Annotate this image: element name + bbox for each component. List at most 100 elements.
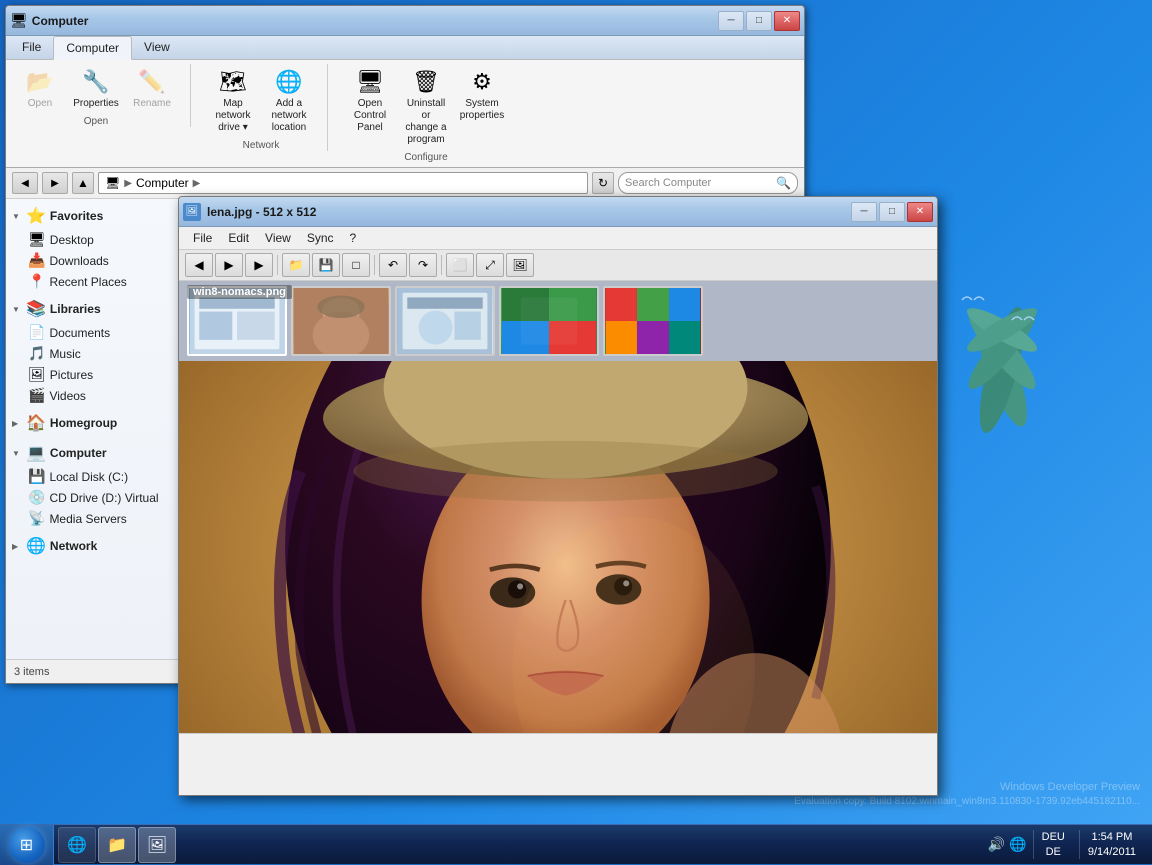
watermark-line2: Evaluation copy. Build 8102.winmain_win8… — [794, 795, 1140, 809]
start-button[interactable] — [0, 825, 54, 865]
sidebar-item-recent[interactable]: 📍 Recent Places — [6, 271, 180, 292]
start-orb — [9, 827, 45, 863]
ribbon-system-props-button[interactable]: ⚙ Systemproperties — [456, 64, 508, 148]
music-label: Music — [49, 347, 80, 361]
systray-clock[interactable]: 1:54 PM 9/14/2011 — [1079, 830, 1144, 859]
libraries-icon: 📚 — [26, 299, 46, 319]
sidebar: ▼ ⭐ Favorites 🖥 Desktop 📥 Downloads 📍 Re… — [6, 199, 181, 659]
sidebar-favorites-header[interactable]: ▼ ⭐ Favorites — [6, 203, 180, 229]
address-arrow-2: ▶ — [193, 178, 201, 189]
taskbar-imageviewer-button[interactable]: 🖼 — [138, 827, 176, 863]
up-button[interactable]: ▲ — [72, 172, 94, 194]
sidebar-network-header[interactable]: ▶ 🌐 Network — [6, 533, 180, 559]
open-icon: 📂 — [24, 66, 56, 98]
music-icon: 🎵 — [28, 345, 45, 362]
sidebar-item-downloads[interactable]: 📥 Downloads — [6, 250, 180, 271]
sidebar-item-cd-drive[interactable]: 💿 CD Drive (D:) Virtual — [6, 487, 180, 508]
ribbon-control-panel-button[interactable]: 🖥 Open ControlPanel — [344, 64, 396, 148]
sidebar-item-desktop[interactable]: 🖥 Desktop — [6, 229, 180, 250]
favorites-icon: ⭐ — [26, 206, 46, 226]
explorer-close-button[interactable]: ✕ — [774, 11, 800, 31]
address-icon: 🖥 — [105, 176, 120, 190]
iv-menu-sync[interactable]: Sync — [299, 229, 342, 247]
iv-pause-button[interactable]: ▶ — [215, 253, 243, 277]
sidebar-item-documents[interactable]: 📄 Documents — [6, 322, 180, 343]
forward-button[interactable]: ▶ — [42, 172, 68, 194]
sidebar-item-media-servers[interactable]: 📡 Media Servers — [6, 508, 180, 529]
imageviewer-toolbar: ◀ ▶ ▶ 📁 💾 □ ↶ ↷ ⬜ ⤢ 🖼 — [179, 250, 937, 281]
iv-next-button[interactable]: ▶ — [245, 253, 273, 277]
sidebar-libraries-header[interactable]: ▼ 📚 Libraries — [6, 296, 180, 322]
imageviewer-window-icon: 🖼 — [183, 203, 201, 221]
ribbon-group-configure: 🖥 Open ControlPanel 🗑 Uninstall orchange… — [344, 64, 520, 163]
imageviewer-minimize-button[interactable]: ─ — [851, 202, 877, 222]
ribbon-tab-file[interactable]: File — [10, 36, 53, 59]
ribbon-tab-computer[interactable]: Computer — [53, 36, 132, 60]
taskbar: 🌐 📁 🖼 🔊 🌐 DEU DE 1:54 PM 9/14/2011 — [0, 824, 1152, 864]
imageviewer-taskbar-icon: 🖼 — [147, 835, 167, 855]
taskbar-explorer-button[interactable]: 📁 — [98, 827, 136, 863]
sidebar-item-music[interactable]: 🎵 Music — [6, 343, 180, 364]
iv-menu-view[interactable]: View — [257, 229, 299, 247]
ribbon-uninstall-button[interactable]: 🗑 Uninstall orchange a program — [400, 64, 452, 148]
systray: 🔊 🌐 DEU DE 1:54 PM 9/14/2011 — [980, 825, 1152, 864]
ribbon-rename-button[interactable]: ✏️ Rename — [126, 64, 178, 112]
videos-icon: 🎬 — [28, 387, 45, 404]
iv-menu-help[interactable]: ? — [342, 229, 365, 247]
homegroup-label: Homegroup — [50, 416, 117, 430]
taskbar-items: 🌐 📁 🖼 — [54, 825, 980, 864]
imageviewer-close-button[interactable]: ✕ — [907, 202, 933, 222]
iv-open-button[interactable]: 📁 — [282, 253, 310, 277]
imageviewer-window-controls: ─ □ ✕ — [851, 202, 933, 222]
address-field[interactable]: 🖥 ▶ Computer ▶ — [98, 172, 588, 194]
ribbon-uninstall-label: Uninstall orchange a program — [402, 98, 450, 146]
iv-fit-button[interactable]: ⬜ — [446, 253, 474, 277]
explorer-maximize-button[interactable]: □ — [746, 11, 772, 31]
refresh-button[interactable]: ↻ — [592, 172, 614, 194]
systray-language[interactable]: DEU DE — [1033, 830, 1073, 859]
media-servers-label: Media Servers — [49, 512, 126, 526]
explorer-minimize-button[interactable]: ─ — [718, 11, 744, 31]
search-icon[interactable]: 🔍 — [776, 176, 791, 190]
sidebar-item-local-disk[interactable]: 💾 Local Disk (C:) — [6, 466, 180, 487]
back-button[interactable]: ◀ — [12, 172, 38, 194]
rename-icon: ✏️ — [136, 66, 168, 98]
ribbon-add-network-button[interactable]: 🌐 Add a networklocation — [263, 64, 315, 136]
sidebar-item-videos[interactable]: 🎬 Videos — [6, 385, 180, 406]
taskbar-ie-button[interactable]: 🌐 — [58, 827, 96, 863]
downloads-icon: 📥 — [28, 252, 45, 269]
ribbon-tab-view[interactable]: View — [132, 36, 182, 59]
iv-fullscreen-button[interactable]: ⤢ — [476, 253, 504, 277]
sidebar-homegroup-header[interactable]: ▶ 🏠 Homegroup — [6, 410, 180, 436]
iv-thumbstrip-button[interactable]: 🖼 — [506, 253, 534, 277]
ribbon-rename-label: Rename — [133, 98, 171, 110]
volume-icon[interactable]: 🔊 — [988, 836, 1005, 853]
iv-rotate-left-button[interactable]: ↶ — [379, 253, 407, 277]
iv-save-button[interactable]: 💾 — [312, 253, 340, 277]
iv-menu-file[interactable]: File — [185, 229, 220, 247]
iv-copy-button[interactable]: □ — [342, 253, 370, 277]
sidebar-item-pictures[interactable]: 🖼 Pictures — [6, 364, 180, 385]
thumbnail-4[interactable] — [499, 286, 599, 356]
network-label: Network — [50, 539, 97, 553]
thumbnail-3[interactable] — [395, 286, 495, 356]
iv-rotate-right-button[interactable]: ↷ — [409, 253, 437, 277]
address-text: Computer — [136, 176, 189, 190]
network-systray-icon[interactable]: 🌐 — [1009, 836, 1026, 853]
ribbon-content: 📂 Open 🔧 Properties ✏️ Rename Open — [6, 60, 804, 167]
thumbnail-5[interactable] — [603, 286, 703, 356]
iv-thumbstrip-container: win8-nomacs.png — [179, 281, 937, 361]
ribbon-properties-button[interactable]: 🔧 Properties — [70, 64, 122, 112]
ribbon: File Computer View 📂 Open 🔧 Properties — [6, 36, 804, 168]
ribbon-map-drive-button[interactable]: 🗺 Map networkdrive ▾ — [207, 64, 259, 136]
imageviewer-statusbar — [179, 733, 937, 757]
ribbon-group-network-label: Network — [243, 140, 280, 151]
sidebar-computer-header[interactable]: ▼ 💻 Computer — [6, 440, 180, 466]
media-servers-icon: 📡 — [28, 510, 45, 527]
search-box[interactable]: Search Computer 🔍 — [618, 172, 798, 194]
ribbon-open-button[interactable]: 📂 Open — [14, 64, 66, 112]
iv-menu-edit[interactable]: Edit — [220, 229, 257, 247]
iv-prev-button[interactable]: ◀ — [185, 253, 213, 277]
thumbnail-2[interactable] — [291, 286, 391, 356]
imageviewer-maximize-button[interactable]: □ — [879, 202, 905, 222]
